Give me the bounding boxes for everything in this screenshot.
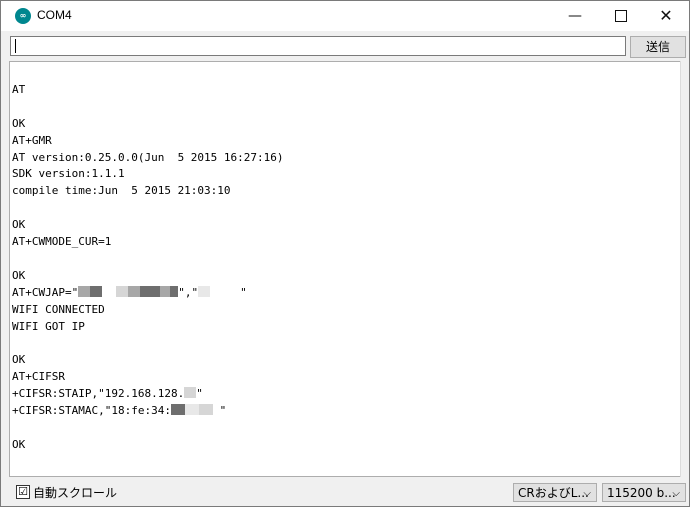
cwjap-quote: " (240, 285, 247, 299)
output-line: OK (12, 116, 26, 130)
output-line: AT version:0.25.0.0(Jun 5 2015 16:27:16) (12, 150, 284, 164)
chevron-down-icon: ⌵ (583, 488, 591, 499)
output-scrollbar[interactable] (680, 61, 689, 477)
redacted-block (78, 285, 91, 297)
redacted-block (160, 285, 171, 297)
output-line-stamac: +CIFSR:STAMAC,"18:fe:34: " (12, 403, 284, 420)
redacted-block (184, 404, 199, 416)
autoscroll-checkbox[interactable]: ☑ (16, 485, 30, 499)
bottom-bar: ☑ 自動スクロール CRおよびL... ⌵ 115200 b... ⌵ (1, 479, 689, 506)
output-line-staip: +CIFSR:STAIP,"192.168.128. " (12, 386, 284, 403)
output-line: AT+CIFSR (12, 370, 65, 384)
line-ending-select[interactable]: CRおよびL... ⌵ (513, 483, 597, 502)
redacted-block (116, 285, 129, 297)
maximize-icon (615, 10, 627, 22)
output-line: WIFI GOT IP (12, 319, 85, 333)
redacted-block (170, 404, 185, 416)
arduino-icon: ∞ (15, 8, 31, 24)
maximize-button[interactable] (598, 1, 644, 31)
output-line: SDK version:1.1.1 (12, 167, 125, 181)
redacted-block (90, 285, 103, 297)
send-button[interactable]: 送信 (630, 36, 686, 58)
redacted-block (184, 387, 197, 399)
cwjap-separator: "," (178, 285, 199, 299)
autoscroll-label: 自動スクロール (33, 486, 118, 500)
minimize-button[interactable]: — (552, 1, 598, 31)
output-line: AT (12, 82, 26, 96)
baud-rate-value: 115200 b... (607, 486, 676, 500)
output-line: AT+CWMODE_CUR=1 (12, 235, 112, 249)
serial-monitor-window: ∞ COM4 — ✕ 送信 AT OK AT+GMR AT version:0.25… (0, 0, 690, 507)
text-caret (15, 39, 16, 53)
output-line: OK (12, 268, 26, 282)
title-bar: ∞ COM4 — ✕ (1, 1, 689, 31)
redacted-block (198, 404, 213, 416)
output-line: WIFI CONNECTED (12, 302, 105, 316)
serial-output-lines: AT OK AT+GMR AT version:0.25.0.0(Jun 5 201… (12, 65, 284, 476)
output-line: OK (12, 353, 26, 367)
baud-rate-select[interactable]: 115200 b... ⌵ (602, 483, 686, 502)
stamac-quote: " (212, 404, 227, 418)
output-line: AT+GMR (12, 133, 52, 147)
cwjap-prefix: AT+CWJAP=" (12, 285, 79, 299)
output-line: OK (12, 437, 26, 451)
close-button[interactable]: ✕ (643, 1, 689, 31)
serial-output[interactable]: AT OK AT+GMR AT version:0.25.0.0(Jun 5 201… (9, 61, 681, 477)
chevron-down-icon: ⌵ (672, 488, 680, 499)
stamac-prefix: +CIFSR:STAMAC,"18:fe:34: (12, 404, 171, 418)
window-title: COM4 (37, 8, 72, 22)
line-ending-value: CRおよびL... (518, 486, 589, 500)
output-line: OK (12, 218, 26, 232)
send-input[interactable] (10, 36, 626, 56)
staip-quote: " (196, 387, 203, 401)
redacted-block (198, 285, 211, 297)
redacted-block (140, 285, 161, 297)
redacted-block (128, 285, 141, 297)
output-line-cwjap: AT+CWJAP=" "," " (12, 285, 284, 302)
output-line: compile time:Jun 5 2015 21:03:10 (12, 184, 231, 198)
staip-prefix: +CIFSR:STAIP,"192.168.128. (12, 387, 185, 401)
